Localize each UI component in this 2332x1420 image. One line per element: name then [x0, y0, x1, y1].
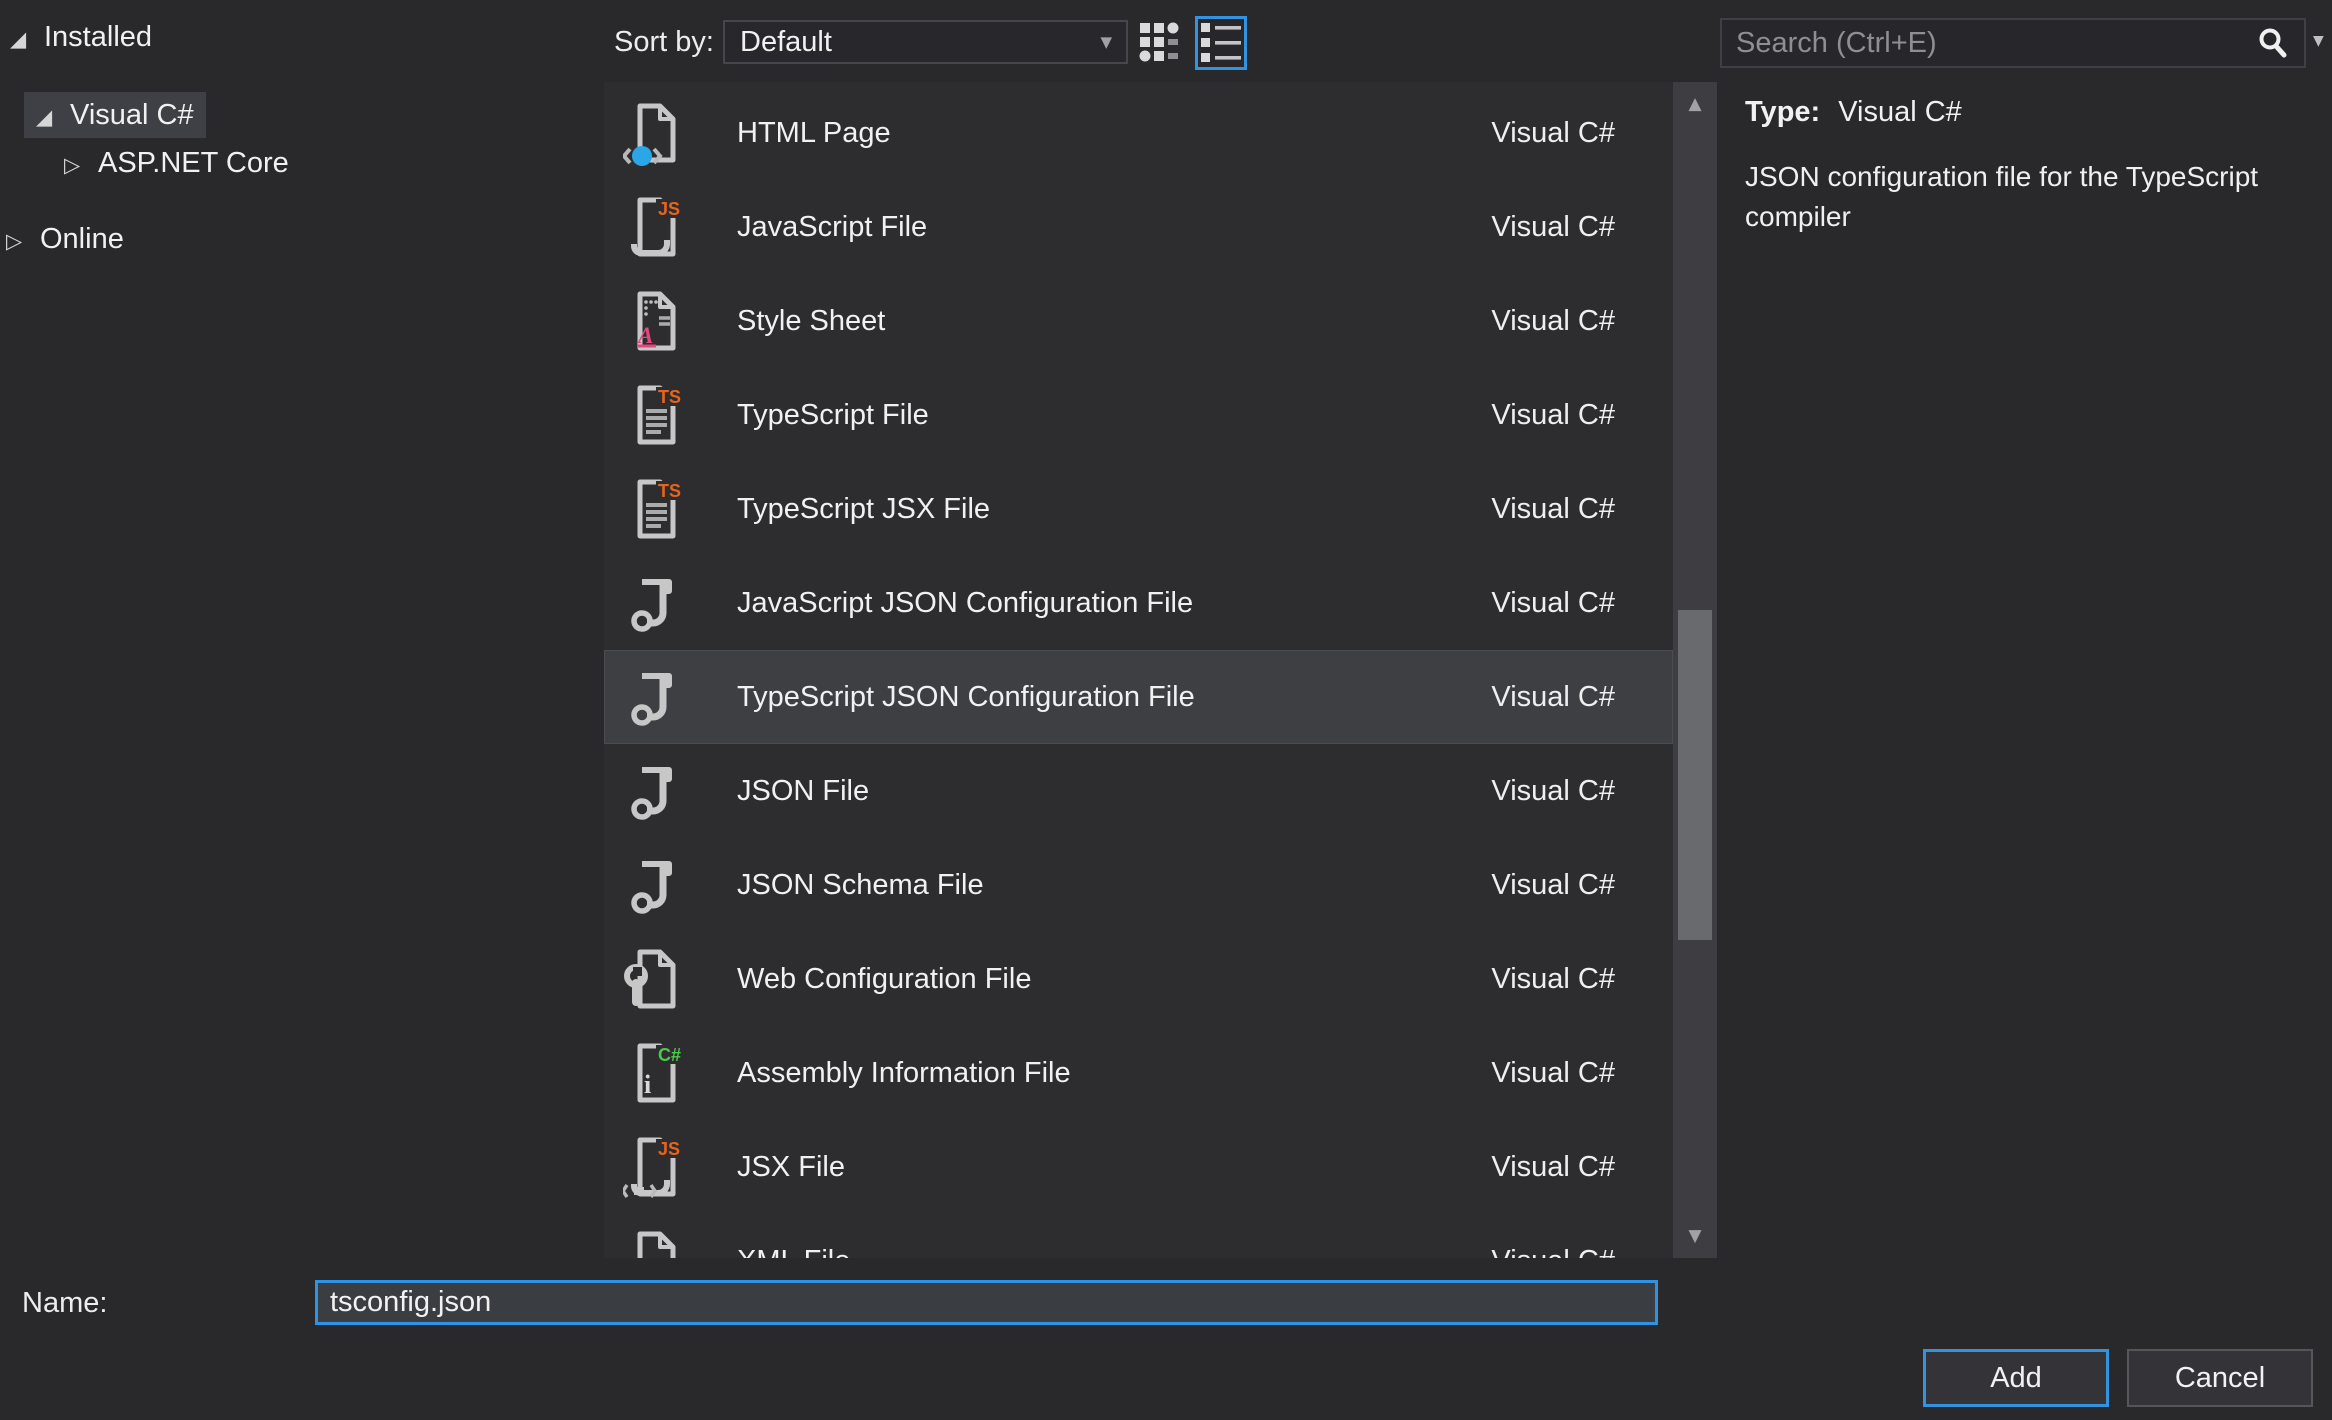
svg-text:A: A	[636, 323, 653, 348]
template-name: JSX File	[737, 1120, 845, 1214]
template-list-item[interactable]: JS JavaScript File Visual C#	[604, 180, 1673, 274]
html-page-icon	[623, 99, 687, 167]
type-value: Visual C#	[1838, 96, 1962, 128]
search-options-arrow-icon[interactable]: ▼	[2313, 33, 2324, 49]
json-config-icon	[623, 569, 687, 637]
sidebar-item-visual-csharp[interactable]: ◢Visual C#	[24, 92, 206, 138]
template-list-item[interactable]: TypeScript JSON Configuration File Visual…	[604, 650, 1673, 744]
xml-file-icon	[623, 1227, 687, 1258]
template-name: TypeScript File	[737, 368, 929, 462]
template-list: HTML Page Visual C# JS JavaScript File Visua…	[604, 82, 1673, 1258]
assembly-info-icon: i C#	[623, 1039, 687, 1107]
template-list-item[interactable]: XML File Visual C#	[604, 1214, 1673, 1258]
template-name: XML File	[737, 1214, 850, 1258]
sidebar-item-label: Online	[40, 223, 124, 255]
sort-by-label: Sort by:	[614, 20, 714, 64]
template-language: Visual C#	[1491, 1214, 1615, 1258]
template-list-item[interactable]: i C# Assembly Information File Visual C#	[604, 1026, 1673, 1120]
ts-file-icon: TS	[623, 475, 687, 543]
list-view-button[interactable]	[1195, 16, 1247, 70]
chevron-down-icon: ▼	[1100, 33, 1126, 51]
expanded-triangle-icon[interactable]: ◢	[10, 16, 44, 62]
magnifier-icon[interactable]	[2256, 26, 2290, 60]
template-name: HTML Page	[737, 86, 891, 180]
template-name: Style Sheet	[737, 274, 885, 368]
template-list-item[interactable]: TS TypeScript File Visual C#	[604, 368, 1673, 462]
template-name: Web Configuration File	[737, 932, 1031, 1026]
template-name: Assembly Information File	[737, 1026, 1071, 1120]
web-config-icon	[623, 945, 687, 1013]
template-name: JSON Schema File	[737, 838, 984, 932]
sidebar-item-label: Visual C#	[70, 99, 194, 131]
template-name: JavaScript JSON Configuration File	[737, 556, 1193, 650]
sidebar-item-label: ASP.NET Core	[98, 147, 289, 179]
ts-file-icon: TS	[623, 381, 687, 449]
template-list-item[interactable]: JSON File Visual C#	[604, 744, 1673, 838]
scroll-down-button[interactable]: ▼	[1673, 1216, 1717, 1256]
sidebar-item-installed[interactable]: ◢Installed	[10, 14, 152, 60]
svg-text:i: i	[644, 1070, 651, 1099]
template-list-item[interactable]: HTML Page Visual C#	[604, 86, 1673, 180]
scrollbar[interactable]: ▲ ▼	[1673, 82, 1717, 1258]
template-name: TypeScript JSON Configuration File	[737, 650, 1195, 744]
sidebar-item-aspnet-core[interactable]: ▷ASP.NET Core	[64, 140, 289, 186]
svg-text:JS: JS	[658, 199, 680, 219]
template-description: JSON configuration file for the TypeScri…	[1745, 157, 2332, 237]
expanded-triangle-icon[interactable]: ◢	[36, 94, 70, 140]
search-box	[1720, 18, 2306, 68]
template-list-item[interactable]: Web Configuration File Visual C#	[604, 932, 1673, 1026]
svg-text:JS: JS	[658, 1139, 680, 1159]
template-list-item[interactable]: JSON Schema File Visual C#	[604, 838, 1673, 932]
template-list-item[interactable]: A Style Sheet Visual C#	[604, 274, 1673, 368]
sort-by-value: Default	[725, 26, 1100, 59]
style-sheet-icon: A	[623, 287, 687, 355]
sidebar-item-label: Installed	[44, 21, 152, 53]
json-config-icon	[623, 757, 687, 825]
grid-view-button[interactable]	[1136, 20, 1184, 64]
add-new-item-dialog: ◢Installed◢Visual C#▷ASP.NET Core▷Online…	[0, 0, 2332, 1420]
template-list-item[interactable]: JavaScript JSON Configuration File Visual…	[604, 556, 1673, 650]
search-input[interactable]	[1722, 27, 2256, 60]
json-config-icon	[623, 663, 687, 731]
collapsed-triangle-icon[interactable]: ▷	[6, 218, 40, 264]
sidebar-item-online[interactable]: ▷Online	[6, 216, 124, 262]
type-label: Type:	[1745, 96, 1820, 128]
grid-view-icon	[1139, 22, 1181, 62]
json-config-icon	[623, 851, 687, 919]
scroll-up-button[interactable]: ▲	[1673, 84, 1717, 124]
template-list-item[interactable]: TS TypeScript JSX File Visual C#	[604, 462, 1673, 556]
scroll-thumb[interactable]	[1678, 610, 1712, 940]
template-name: JSON File	[737, 744, 869, 838]
template-language: Visual C#	[1491, 1026, 1615, 1120]
template-language: Visual C#	[1491, 932, 1615, 1026]
template-name: TypeScript JSX File	[737, 462, 990, 556]
template-language: Visual C#	[1491, 462, 1615, 556]
template-language: Visual C#	[1491, 274, 1615, 368]
js-file-icon: JS	[623, 193, 687, 261]
template-language: Visual C#	[1491, 180, 1615, 274]
sort-by-dropdown[interactable]: Default ▼	[723, 20, 1128, 64]
jsx-file-icon: JS	[623, 1133, 687, 1201]
add-button[interactable]: Add	[1923, 1349, 2109, 1407]
name-label: Name:	[22, 1282, 107, 1324]
template-details: Type: Visual C# JSON configuration file f…	[1745, 96, 2332, 237]
list-view-icon	[1200, 21, 1242, 65]
template-language: Visual C#	[1491, 368, 1615, 462]
svg-text:C#: C#	[658, 1045, 681, 1065]
template-language: Visual C#	[1491, 1120, 1615, 1214]
template-language: Visual C#	[1491, 650, 1615, 744]
template-list-item[interactable]: JS JSX File Visual C#	[604, 1120, 1673, 1214]
cancel-button[interactable]: Cancel	[2127, 1349, 2313, 1407]
template-language: Visual C#	[1491, 744, 1615, 838]
collapsed-triangle-icon[interactable]: ▷	[64, 142, 98, 188]
svg-text:TS: TS	[658, 387, 681, 407]
name-input[interactable]	[315, 1280, 1658, 1325]
template-language: Visual C#	[1491, 86, 1615, 180]
svg-text:TS: TS	[658, 481, 681, 501]
template-name: JavaScript File	[737, 180, 927, 274]
template-language: Visual C#	[1491, 556, 1615, 650]
template-language: Visual C#	[1491, 838, 1615, 932]
